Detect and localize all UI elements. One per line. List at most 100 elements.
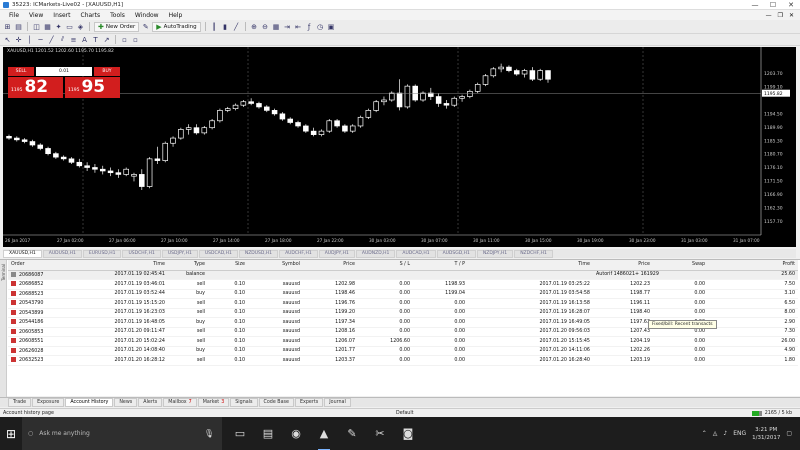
menu-help[interactable]: Help [164,12,188,19]
cortana-search-box[interactable]: ○ Ask me anything 🎙 [22,417,222,450]
file-explorer-icon[interactable]: ▤ [260,426,276,442]
col-symbol[interactable]: Symbol [248,260,303,271]
col-size[interactable]: Size [208,260,248,271]
col-order[interactable]: Order [8,260,68,271]
chart-tab[interactable]: AUDCAD,H1 [396,249,436,258]
chart-tab[interactable]: USDJPY,H1 [161,249,198,258]
line-chart-icon[interactable]: ╱ [232,22,241,31]
chrome-icon[interactable]: ◉ [288,426,304,442]
terminal-tab[interactable]: Journal [324,398,351,407]
col-tp[interactable]: T / P [413,260,468,271]
arrows-icon[interactable]: ↗ [102,35,111,44]
one-click-buy-button[interactable]: BUY [94,67,120,76]
camera-icon[interactable]: ◙ [400,426,416,442]
terminal-tab[interactable]: Signals [230,398,258,407]
table-row[interactable]: 20686087 2017.01.19 02:45:41 balance Autori… [8,270,798,280]
zoom-in-icon[interactable]: ⊕ [250,22,259,31]
cursor-icon[interactable]: ↖ [3,35,12,44]
menu-window[interactable]: Window [130,12,164,19]
language-indicator[interactable]: ENG [733,430,746,437]
chart-tab[interactable]: USDCHF,H1 [122,249,161,258]
table-row[interactable]: 20632523 2017.01.20 16:28:12 sell 0.10 xauus… [8,355,798,366]
profiles-icon[interactable]: ▤ [14,22,23,31]
terminal-tab[interactable]: Trade [8,398,32,407]
table-row[interactable]: 20688523 2017.01.19 03:52:44 buy 0.10 xauusd… [8,289,798,299]
table-row[interactable]: 20626028 2017.01.20 14:08:40 buy 0.10 xauusd… [8,346,798,356]
child-close-icon[interactable]: ✕ [789,12,794,19]
terminal-tab[interactable]: Account History [65,398,114,407]
menu-view[interactable]: View [24,12,48,19]
chart-tab[interactable]: AUDCHF,H1 [279,249,318,258]
autotrading-button[interactable]: ▶ AutoTrading [152,21,201,32]
child-minimize-icon[interactable]: — [766,12,772,19]
col-profit[interactable]: Profit [708,260,798,271]
col-close-time[interactable]: Time [468,260,593,271]
indicators-icon[interactable]: ƒ [305,22,314,31]
chart-tab[interactable]: AUDJPY,H1 [318,249,355,258]
col-swap[interactable]: Swap [653,260,708,271]
minimize-button[interactable]: — [746,0,764,10]
chart-tab[interactable]: XAUUSD,H1 [3,249,42,258]
terminal-tab[interactable]: Experts [295,398,324,407]
crosshair-icon[interactable]: ✛ [14,35,23,44]
col-close-price[interactable]: Price [593,260,653,271]
metatrader-icon[interactable]: ▲ [316,426,332,450]
text-label-icon[interactable]: T [91,35,100,44]
candlestick-icon[interactable]: ▮ [221,22,230,31]
col-open-time[interactable]: Time [68,260,168,271]
terminal-icon[interactable]: ▭ [65,22,74,31]
menu-tools[interactable]: Tools [105,12,130,19]
windows-start-icon[interactable]: ⊞ [0,417,22,450]
chart-tab[interactable]: NZDJPY,H1 [476,249,514,258]
close-button[interactable]: ✕ [782,0,800,10]
terminal-tab[interactable]: Code Base [258,398,294,407]
templates-icon[interactable]: ▣ [327,22,336,31]
terminal-tab[interactable]: Exposure [32,398,65,407]
tile-windows-icon[interactable]: ▦ [272,22,281,31]
clock[interactable]: 3:21 PM 1/31/2017 [752,426,780,442]
terminal-tab[interactable]: Mailbox 7 [163,398,197,407]
navigator-icon[interactable]: ✦ [54,22,63,31]
microphone-icon[interactable]: 🎙 [204,429,214,438]
bar-chart-icon[interactable]: ┃ [210,22,219,31]
maximize-button[interactable]: ☐ [764,0,782,10]
task-view-icon[interactable]: ▭ [232,426,248,442]
terminal-tab[interactable]: Alerts [138,398,163,407]
col-type[interactable]: Type [168,260,208,271]
chart-tab[interactable]: AUDSGD,H1 [436,249,476,258]
snipping-tool-icon[interactable]: ✂ [372,426,388,442]
table-row[interactable]: 20608551 2017.01.20 15:02:24 sell 0.10 xauus… [8,336,798,347]
menu-insert[interactable]: Insert [48,12,75,19]
terminal-tab[interactable]: Market 3 [197,398,230,407]
vertical-line-icon[interactable]: │ [25,35,34,44]
strategy-tester-icon[interactable]: ◈ [76,22,85,31]
chart-tab[interactable]: EURUSD,H1 [82,249,122,258]
metaeditor-icon[interactable]: ✎ [141,22,150,31]
price-chart[interactable]: 1203.70 1199.10 1195.82 1194.50 1189.90 1185.… [3,47,796,247]
new-order-button[interactable]: ✚ New Order [94,21,140,32]
table-row[interactable]: 20543899 2017.01.19 16:23:03 sell 0.10 xauus… [8,308,798,318]
one-click-sell-button[interactable]: SELL [8,67,34,76]
chart-tab[interactable]: AUDUSD,H1 [42,249,82,258]
buy-price-button[interactable]: 1195 95 [65,77,120,98]
table-row[interactable]: 20543790 2017.01.19 15:15:20 sell 0.10 xauus… [8,298,798,309]
one-click-volume-input[interactable]: 0.01 [36,67,92,76]
data-window-icon[interactable]: ▦ [43,22,52,31]
terminal-tab[interactable]: News [114,398,138,407]
chart-shift-icon[interactable]: ⇤ [294,22,303,31]
chart-tab[interactable]: AUDNZD,H1 [355,249,396,258]
horizontal-line-icon[interactable]: ─ [36,35,45,44]
col-sl[interactable]: S / L [358,260,413,271]
period-m1-icon[interactable]: ▫ [120,35,129,44]
fibonacci-icon[interactable]: ≡ [69,35,78,44]
menu-charts[interactable]: Charts [76,12,106,19]
period-m5-icon[interactable]: ▫ [131,35,140,44]
col-price[interactable]: Price [303,260,358,271]
menu-file[interactable]: File [4,12,24,19]
volume-icon[interactable]: ♪ [723,430,727,437]
child-restore-icon[interactable]: ❐ [778,12,783,19]
periods-icon[interactable]: ◷ [316,22,325,31]
text-icon[interactable]: A [80,35,89,44]
paint-icon[interactable]: ✎ [344,426,360,442]
network-icon[interactable]: ◬ [713,430,718,437]
